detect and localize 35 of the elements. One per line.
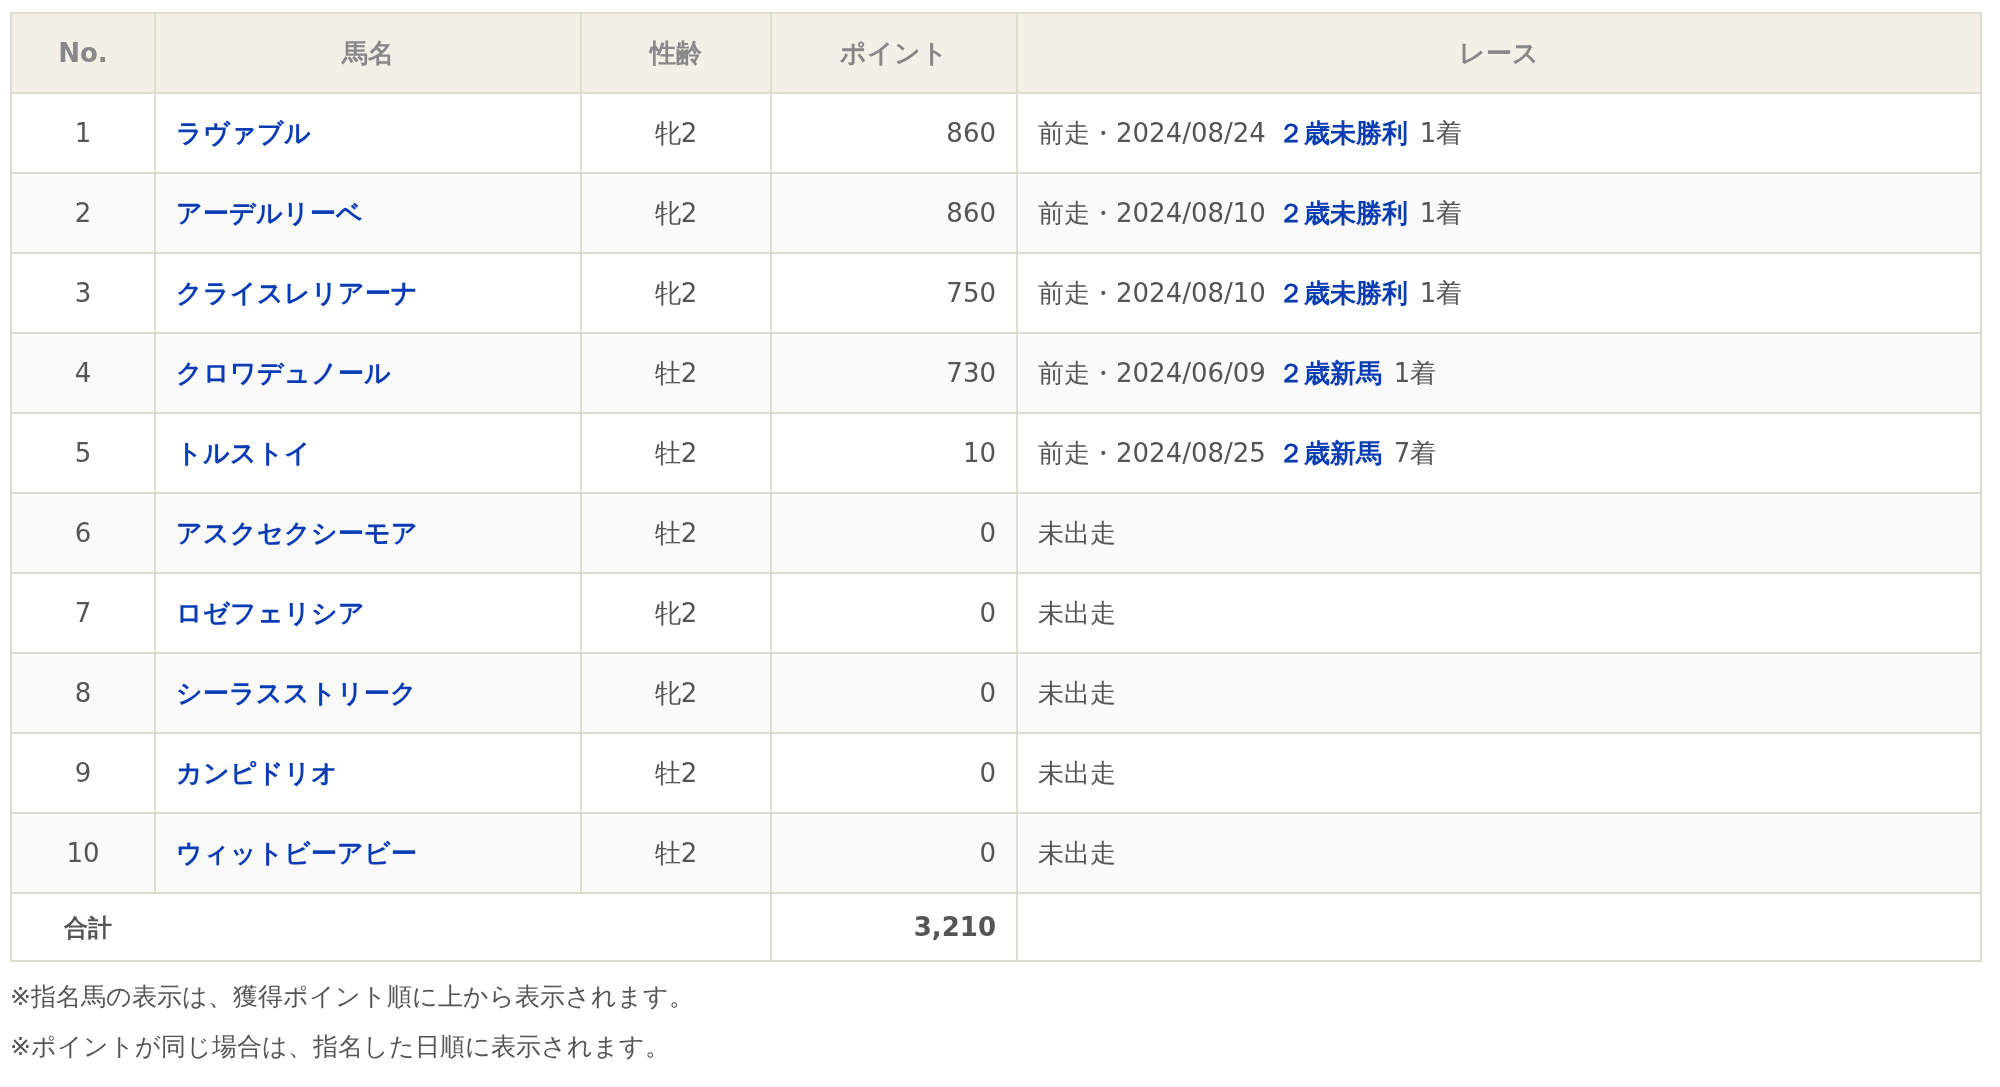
horse-name-link[interactable]: ラヴァブル <box>176 117 311 148</box>
race-date: 前走・2024/08/10 <box>1038 276 1266 310</box>
race-link[interactable]: ２歳未勝利 <box>1277 113 1408 153</box>
total-points: 3,210 <box>771 893 1017 961</box>
column-header: ポイント <box>771 13 1017 93</box>
race-link[interactable]: ２歳未勝利 <box>1277 193 1408 233</box>
race-result: 1着 <box>1393 356 1437 390</box>
race-date: 前走・2024/06/09 <box>1038 356 1266 390</box>
race-status: 未出走 <box>1038 597 1116 628</box>
race-link[interactable]: ２歳未勝利 <box>1277 273 1408 313</box>
race-status: 未出走 <box>1038 677 1116 708</box>
horse-name-link[interactable]: クロワデュノール <box>176 357 391 388</box>
race-date: 前走・2024/08/10 <box>1038 196 1266 230</box>
column-header: No. <box>11 13 155 93</box>
total-label: 合計 <box>64 913 112 942</box>
race-status: 未出走 <box>1038 837 1116 868</box>
race-result: 1着 <box>1419 116 1463 150</box>
race-result: 1着 <box>1419 196 1463 230</box>
race-date: 前走・2024/08/24 <box>1038 116 1266 150</box>
column-header: 性齢 <box>581 13 771 93</box>
horse-name-link[interactable]: ロゼフェリシア <box>176 597 365 628</box>
race-link[interactable]: ２歳新馬 <box>1277 433 1382 473</box>
column-header: レース <box>1017 13 1981 93</box>
note-text: ※ポイントが同じ場合は、指名した日順に表示されます。 <box>10 1030 671 1063</box>
race-date: 前走・2024/08/25 <box>1038 436 1266 470</box>
horse-name-link[interactable]: トルストイ <box>176 437 311 468</box>
race-result: 7着 <box>1393 436 1437 470</box>
column-header: 馬名 <box>155 13 581 93</box>
horse-name-link[interactable]: アーデルリーベ <box>176 197 363 228</box>
race-status: 未出走 <box>1038 517 1116 548</box>
horse-name-link[interactable]: カンピドリオ <box>176 757 338 788</box>
race-status: 未出走 <box>1038 757 1116 788</box>
race-result: 1着 <box>1419 276 1463 310</box>
note-text: ※指名馬の表示は、獲得ポイント順に上から表示されます。 <box>10 981 695 1013</box>
race-link[interactable]: ２歳新馬 <box>1277 353 1382 393</box>
